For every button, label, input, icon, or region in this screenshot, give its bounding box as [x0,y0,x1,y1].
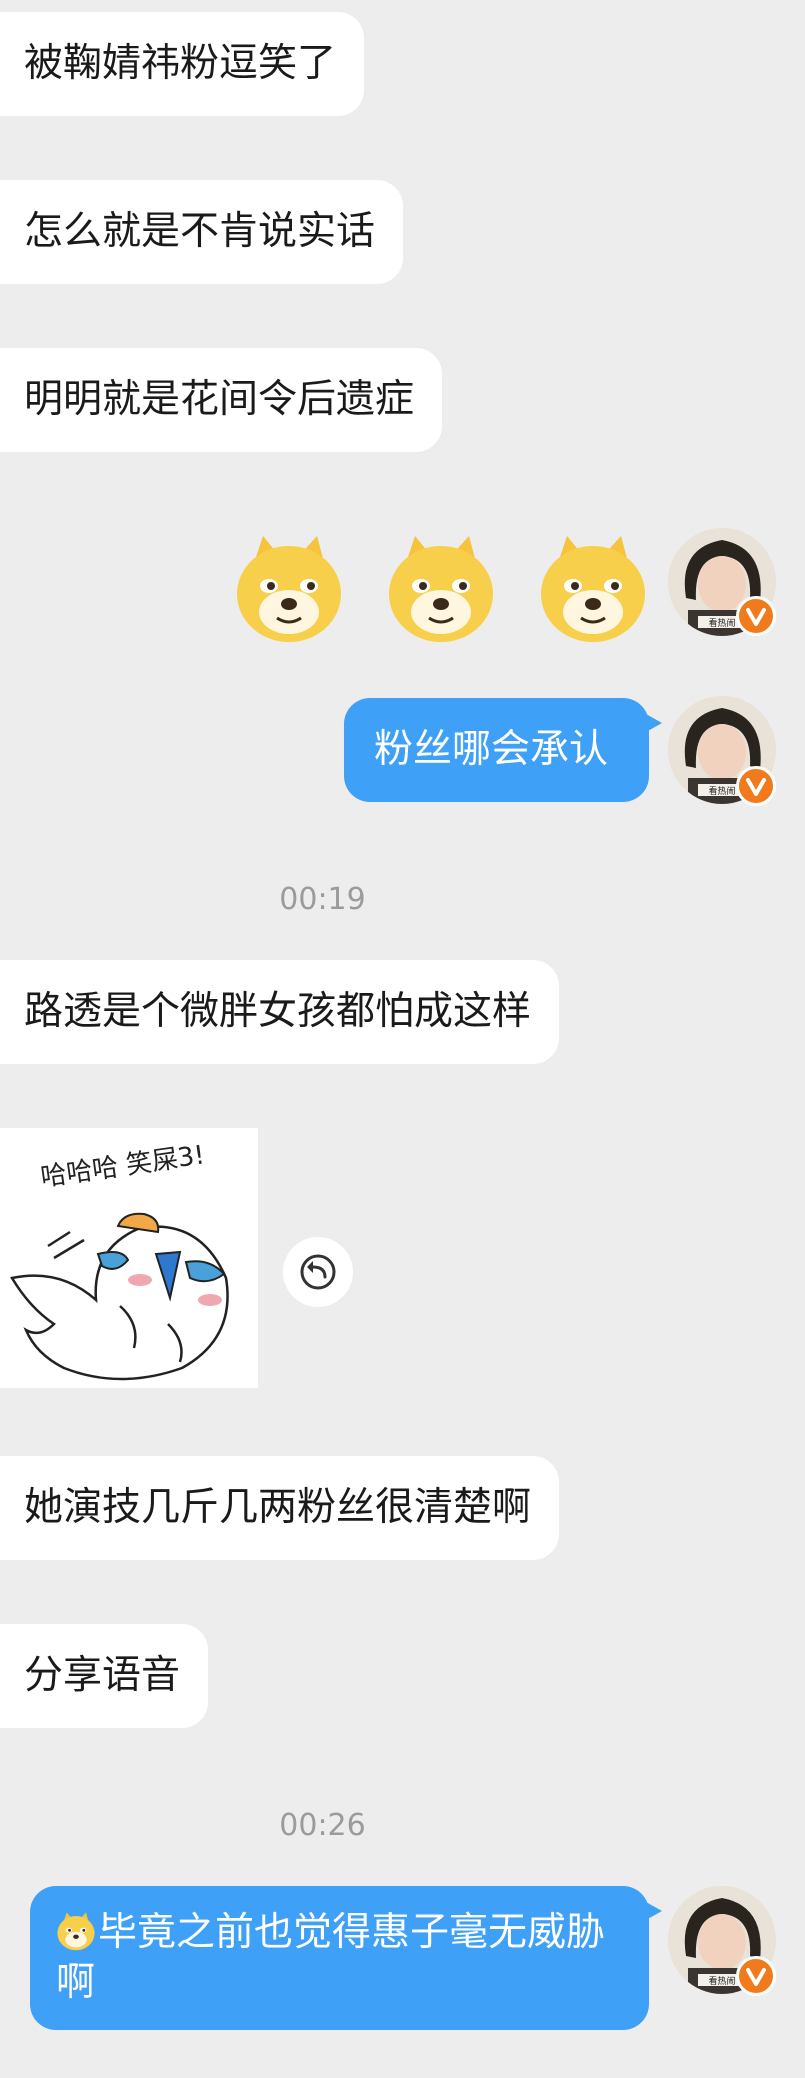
timestamp: 00:26 [279,1808,366,1843]
resend-icon[interactable] [283,1237,353,1307]
message-text: 明明就是花间令后遗症 [24,377,415,422]
incoming-message[interactable]: 路透是个微胖女孩都怕成这样 [0,960,560,1064]
message-text: 路透是个微胖女孩都怕成这样 [24,989,532,1034]
verified-badge-icon [736,766,776,806]
verified-badge-icon [736,596,776,636]
verified-badge-icon [736,1956,776,1996]
timestamp: 00:19 [279,882,366,917]
message-text: 被鞠婧祎粉逗笑了 [24,41,337,86]
message-text: 她演技几斤几两粉丝很清楚啊 [24,1485,532,1530]
incoming-message[interactable]: 分享语音 [0,1624,209,1728]
doge-emoji-icon [537,532,649,644]
message-text: 粉丝哪会承认 [374,727,609,772]
message-text: 毕竟之前也觉得惠子毫无威胁啊 [56,1910,606,2005]
incoming-message[interactable]: 她演技几斤几两粉丝很清楚啊 [0,1456,560,1560]
message-text: 分享语音 [24,1653,181,1698]
message-text: 怎么就是不肯说实话 [24,209,376,254]
doge-emoji-icon [233,532,345,644]
avatar-label: 看热闹 [708,617,735,629]
incoming-message[interactable]: 怎么就是不肯说实话 [0,180,404,284]
avatar-label: 看热闹 [708,785,735,797]
outgoing-message[interactable]: 毕竟之前也觉得惠子毫无威胁啊 [30,1886,662,2030]
incoming-message[interactable]: 被鞠婧祎粉逗笑了 [0,12,365,116]
avatar-label: 看热闹 [708,1975,735,1987]
outgoing-message[interactable]: 粉丝哪会承认 [344,698,662,802]
sticker-image[interactable]: 哈哈哈 笑屎3! [0,1128,258,1388]
doge-emoji-icon [56,1911,96,1951]
doge-emoji-icon [385,532,497,644]
incoming-message[interactable]: 明明就是花间令后遗症 [0,348,443,452]
